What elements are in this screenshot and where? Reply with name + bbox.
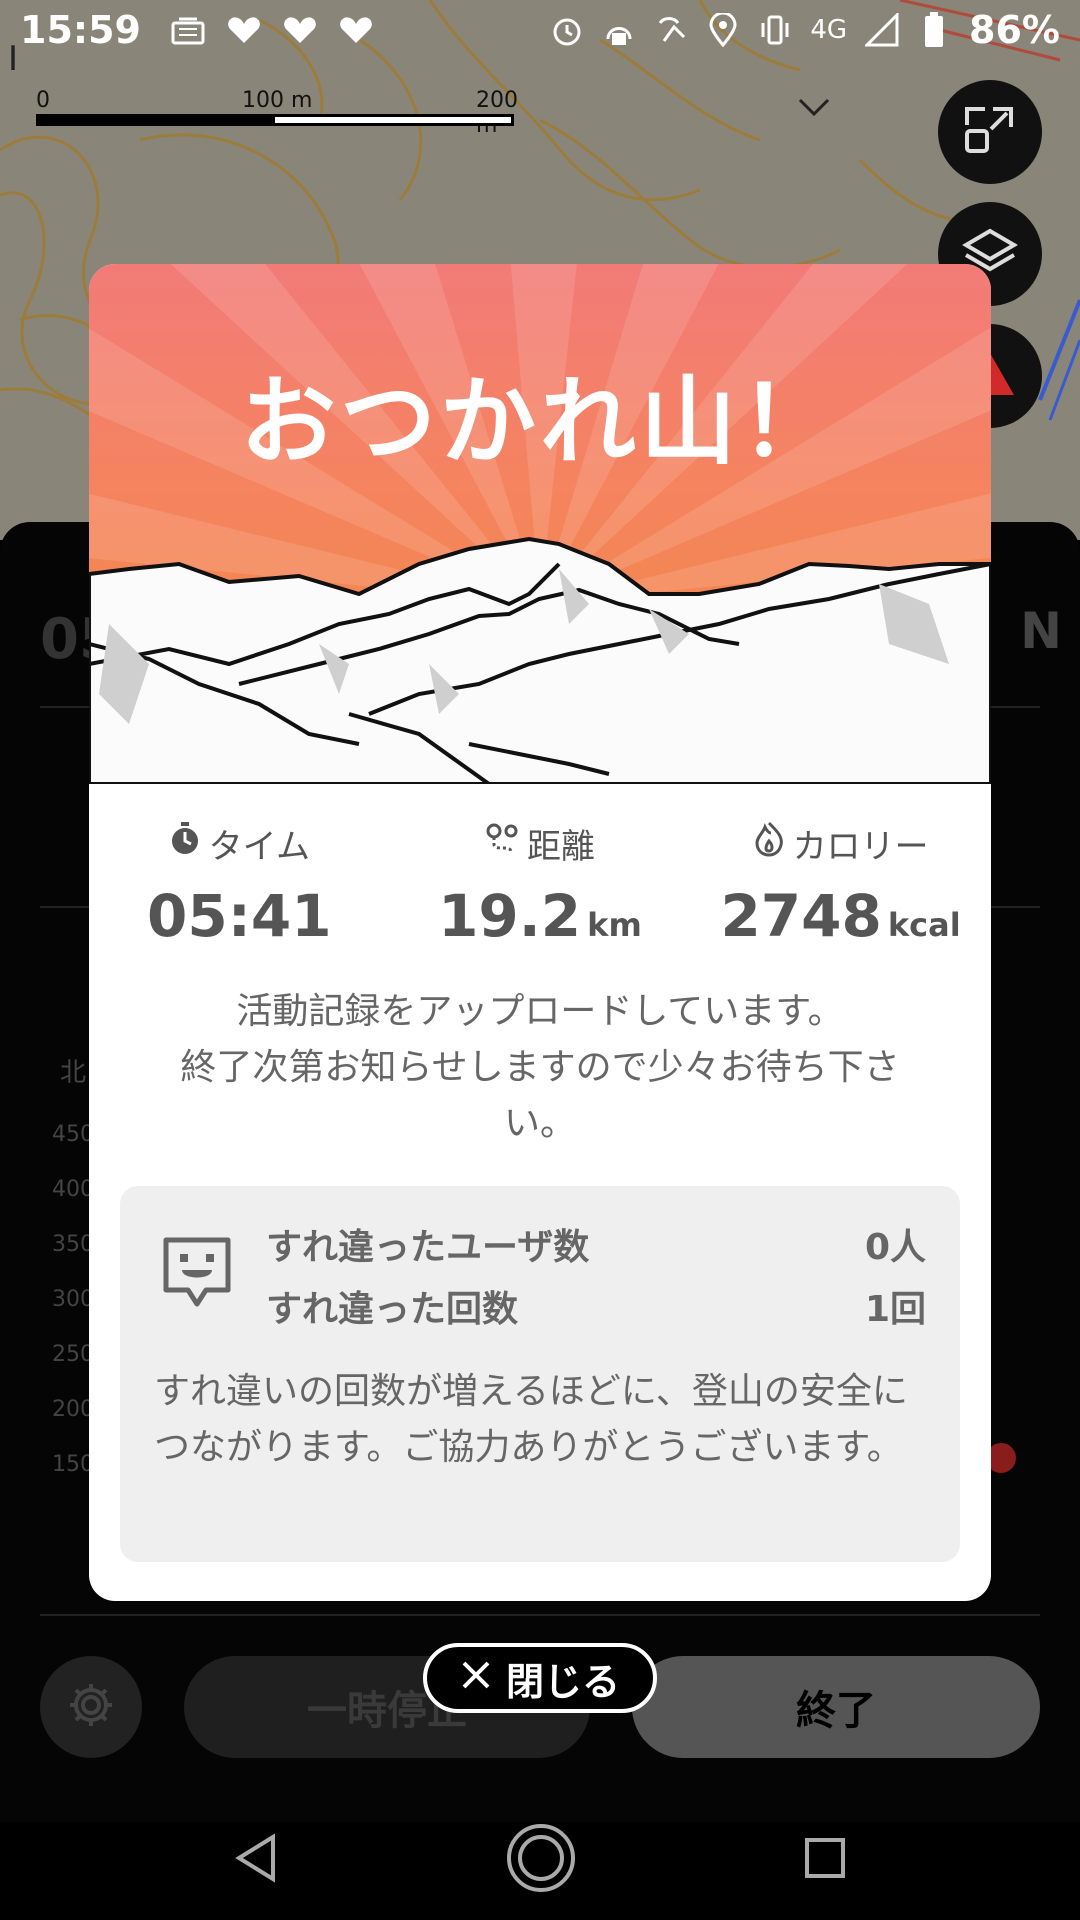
- activity-stats: タイム 05:41 距離 19.2 km カロリー 2748 kcal: [89, 819, 991, 950]
- dialog-title: おつかれ山！: [240, 366, 840, 478]
- dialog-hero: おつかれ山！: [89, 264, 991, 784]
- encounter-users-row: すれ違ったユーザ数 0人: [266, 1218, 926, 1270]
- encounter-count-row: すれ違った回数 1回: [266, 1280, 926, 1332]
- stat-distance-label: 距離: [526, 827, 595, 867]
- route-icon: [485, 822, 519, 865]
- stat-calories-value: 2748: [720, 882, 882, 950]
- stat-distance: 距離 19.2 km: [390, 819, 691, 950]
- chat-face-icon: [160, 1234, 234, 1314]
- encounter-info-box: すれ違ったユーザ数 0人 すれ違った回数 1回 すれ違いの回数が増えるほどに、登…: [120, 1186, 960, 1562]
- stat-time-label: タイム: [208, 827, 310, 867]
- upload-message-line: 活動記録をアップロードしています。: [236, 991, 844, 1032]
- encounter-count-value: 1回: [864, 1289, 926, 1330]
- encounter-users-label: すれ違ったユーザ数: [266, 1227, 590, 1268]
- encounter-users-value: 0人: [864, 1227, 926, 1268]
- upload-status-message: 活動記録をアップロードしています。 終了次第お知らせしますので少々お待ち下さい。: [149, 984, 931, 1152]
- stat-time-value: 05:41: [147, 882, 332, 950]
- mountain-illustration: [89, 264, 991, 784]
- close-button[interactable]: 閉じる: [423, 1643, 657, 1713]
- close-button-label: 閉じる: [505, 1659, 620, 1704]
- stat-calories-unit: kcal: [887, 906, 961, 944]
- encounter-note: すれ違いの回数が増えるほどに、登山の安全につながります。ご協力ありがとうございま…: [154, 1371, 908, 1468]
- summit-complete-dialog: おつかれ山！ タイム 05:41 距離 19.2 km カロリー 2748 kcal: [89, 264, 991, 1601]
- stat-time: タイム 05:41: [89, 819, 390, 950]
- encounter-count-label: すれ違った回数: [266, 1289, 519, 1330]
- stat-calories: カロリー 2748 kcal: [690, 819, 991, 950]
- flame-icon: [753, 821, 785, 866]
- stopwatch-icon: [169, 822, 201, 865]
- stat-distance-value: 19.2: [438, 882, 582, 950]
- close-icon: [460, 1656, 492, 1700]
- stat-calories-label: カロリー: [792, 827, 929, 867]
- stat-distance-unit: km: [587, 906, 642, 944]
- upload-message-line: 終了次第お知らせしますので少々お待ち下さい。: [180, 1047, 900, 1144]
